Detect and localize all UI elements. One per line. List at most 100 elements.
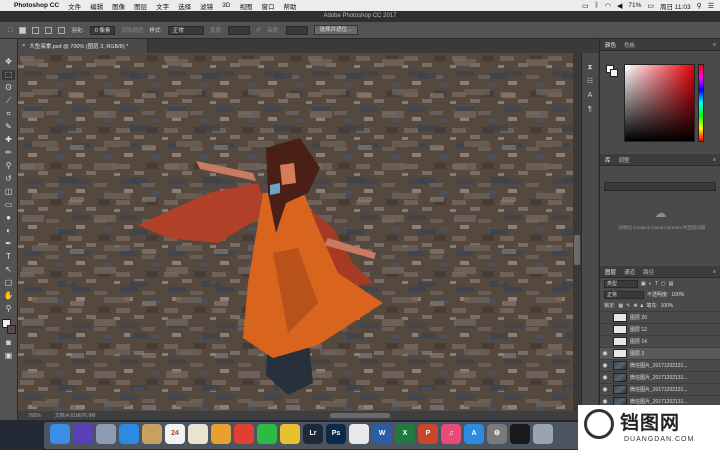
weibo-icon[interactable]: [234, 424, 254, 444]
blur-icon[interactable]: ●: [2, 213, 15, 223]
calendar-icon[interactable]: 24: [165, 424, 185, 444]
color-cursor[interactable]: [625, 65, 630, 70]
lightroom-icon[interactable]: Lr: [303, 424, 323, 444]
visibility-eye-icon[interactable]: ◉: [600, 362, 610, 369]
appstore-icon[interactable]: A: [464, 424, 484, 444]
visibility-eye-icon[interactable]: ◉: [600, 374, 610, 381]
search-icon[interactable]: ⚲: [697, 2, 702, 10]
bluetooth-icon[interactable]: ᛒ: [595, 2, 599, 9]
lock-paint-icon[interactable]: ✎: [626, 303, 630, 309]
history-brush-icon[interactable]: ↺: [2, 174, 15, 184]
layer-row[interactable]: 图层 20: [600, 311, 720, 323]
word-icon[interactable]: W: [372, 424, 392, 444]
stickies-icon[interactable]: [188, 424, 208, 444]
lasso-icon[interactable]: ʘ: [2, 83, 15, 93]
battery-icon[interactable]: ▭: [647, 2, 654, 10]
lock-all-icon[interactable]: 🔒︎: [641, 303, 644, 309]
filter-smart-icon[interactable]: ▤: [669, 281, 674, 287]
pse-icon[interactable]: [349, 424, 369, 444]
vertical-scroll-thumb[interactable]: [574, 235, 580, 265]
powerpoint-icon[interactable]: P: [418, 424, 438, 444]
healing-icon[interactable]: ✚: [2, 135, 15, 145]
filter-adjust-icon[interactable]: ◐: [649, 281, 652, 287]
menu-select[interactable]: 选择: [178, 1, 191, 11]
layers-menu-icon[interactable]: ≡: [713, 269, 716, 275]
notes-icon[interactable]: [142, 424, 162, 444]
bg-swatch[interactable]: [610, 69, 618, 77]
zoom-icon[interactable]: ⚲: [2, 304, 15, 314]
quick-mask-icon[interactable]: ◙: [2, 338, 15, 348]
layer-row[interactable]: ◉ 微信图片_20171202131...: [600, 383, 720, 395]
excel-icon[interactable]: X: [395, 424, 415, 444]
opacity-input[interactable]: 100%: [671, 292, 684, 298]
menu-filter[interactable]: 滤镜: [200, 1, 213, 11]
qq-icon[interactable]: [280, 424, 300, 444]
marquee-tool-icon[interactable]: ⬚: [8, 27, 13, 33]
monitor-icon[interactable]: [510, 424, 530, 444]
visibility-eye-icon[interactable]: ◉: [600, 386, 610, 393]
select-and-mask-button[interactable]: 选择并遮住...: [313, 25, 358, 35]
menu-layer[interactable]: 图层: [134, 1, 147, 11]
preferences-icon[interactable]: ⚙: [487, 424, 507, 444]
menu-help[interactable]: 帮助: [283, 1, 296, 11]
lock-move-icon[interactable]: ✥: [633, 303, 637, 309]
dodge-icon[interactable]: ◐: [2, 226, 15, 236]
menu-edit[interactable]: 编辑: [90, 1, 103, 11]
quick-select-icon[interactable]: ⟋: [2, 96, 15, 106]
feather-input[interactable]: 0 像素: [89, 25, 116, 35]
background-color[interactable]: [6, 325, 16, 334]
finder-icon[interactable]: [50, 424, 70, 444]
library-menu-icon[interactable]: ≡: [713, 157, 716, 163]
history-icon[interactable]: ⧗: [585, 63, 596, 72]
volume-icon[interactable]: ◀: [617, 2, 622, 10]
marquee-icon[interactable]: ⬚: [2, 70, 15, 80]
tab-color[interactable]: 颜色: [605, 41, 616, 49]
menu-window[interactable]: 窗口: [261, 1, 274, 11]
layer-row[interactable]: ◉ 微信图片_20171202131...: [600, 371, 720, 383]
shape-icon[interactable]: ▢: [2, 278, 15, 288]
fill-input[interactable]: 100%: [661, 303, 674, 309]
itunes-icon[interactable]: ♫: [441, 424, 461, 444]
height-input[interactable]: [285, 25, 308, 35]
kind-filter-select[interactable]: 类型: [604, 279, 638, 288]
safari-icon[interactable]: [119, 424, 139, 444]
layer-row[interactable]: 图层 14: [600, 335, 720, 347]
notification-icon[interactable]: ☰: [708, 2, 714, 10]
hue-slider[interactable]: [698, 64, 704, 142]
stamp-icon[interactable]: ⚲: [2, 161, 15, 171]
tab-paths[interactable]: 路径: [643, 268, 654, 276]
eraser-icon[interactable]: ◫: [2, 187, 15, 197]
hand-icon[interactable]: ✋: [2, 291, 15, 301]
siri-icon[interactable]: [73, 424, 93, 444]
menu-type[interactable]: 文字: [156, 1, 169, 11]
doc-info[interactable]: 文档:4.61M/76.9M: [55, 412, 96, 419]
menu-3d[interactable]: 3D: [222, 2, 230, 9]
type-icon[interactable]: T: [2, 252, 15, 262]
swap-icon[interactable]: ⇄: [256, 27, 261, 33]
style-select[interactable]: 正常: [167, 25, 204, 35]
canvas[interactable]: [18, 53, 573, 411]
add-selection-icon[interactable]: [32, 26, 40, 34]
visibility-eye-icon[interactable]: ◉: [600, 350, 610, 357]
brush-icon[interactable]: ✏: [2, 148, 15, 158]
zoom-level[interactable]: 700%: [28, 413, 41, 419]
color-swatches[interactable]: [1, 319, 16, 335]
antialias-checkbox[interactable]: 消除锯齿: [121, 26, 143, 34]
menu-image[interactable]: 图像: [112, 1, 125, 11]
wechat-icon[interactable]: [257, 424, 277, 444]
eyedropper-icon[interactable]: ✎: [2, 122, 15, 132]
subtract-selection-icon[interactable]: [45, 26, 53, 34]
lock-pixels-icon[interactable]: ▦: [618, 303, 623, 309]
layer-row[interactable]: ◉ 微信图片_20171202131...: [600, 359, 720, 371]
clock[interactable]: 周日 11:03: [660, 1, 691, 11]
library-select[interactable]: [604, 182, 716, 191]
filter-shape-icon[interactable]: ▢: [661, 281, 666, 287]
close-tab-icon[interactable]: ×: [22, 43, 25, 49]
visibility-eye-icon[interactable]: ◉: [600, 398, 610, 405]
character-icon[interactable]: A: [585, 91, 596, 100]
wifi-icon[interactable]: ◠: [605, 2, 611, 10]
move-icon[interactable]: ✥: [2, 57, 15, 67]
color-field[interactable]: [624, 64, 695, 142]
intersect-selection-icon[interactable]: [58, 26, 66, 34]
document-tab[interactable]: × 大鱼海棠.psd @ 700% (图层 3, RGB/8) *: [18, 39, 148, 53]
